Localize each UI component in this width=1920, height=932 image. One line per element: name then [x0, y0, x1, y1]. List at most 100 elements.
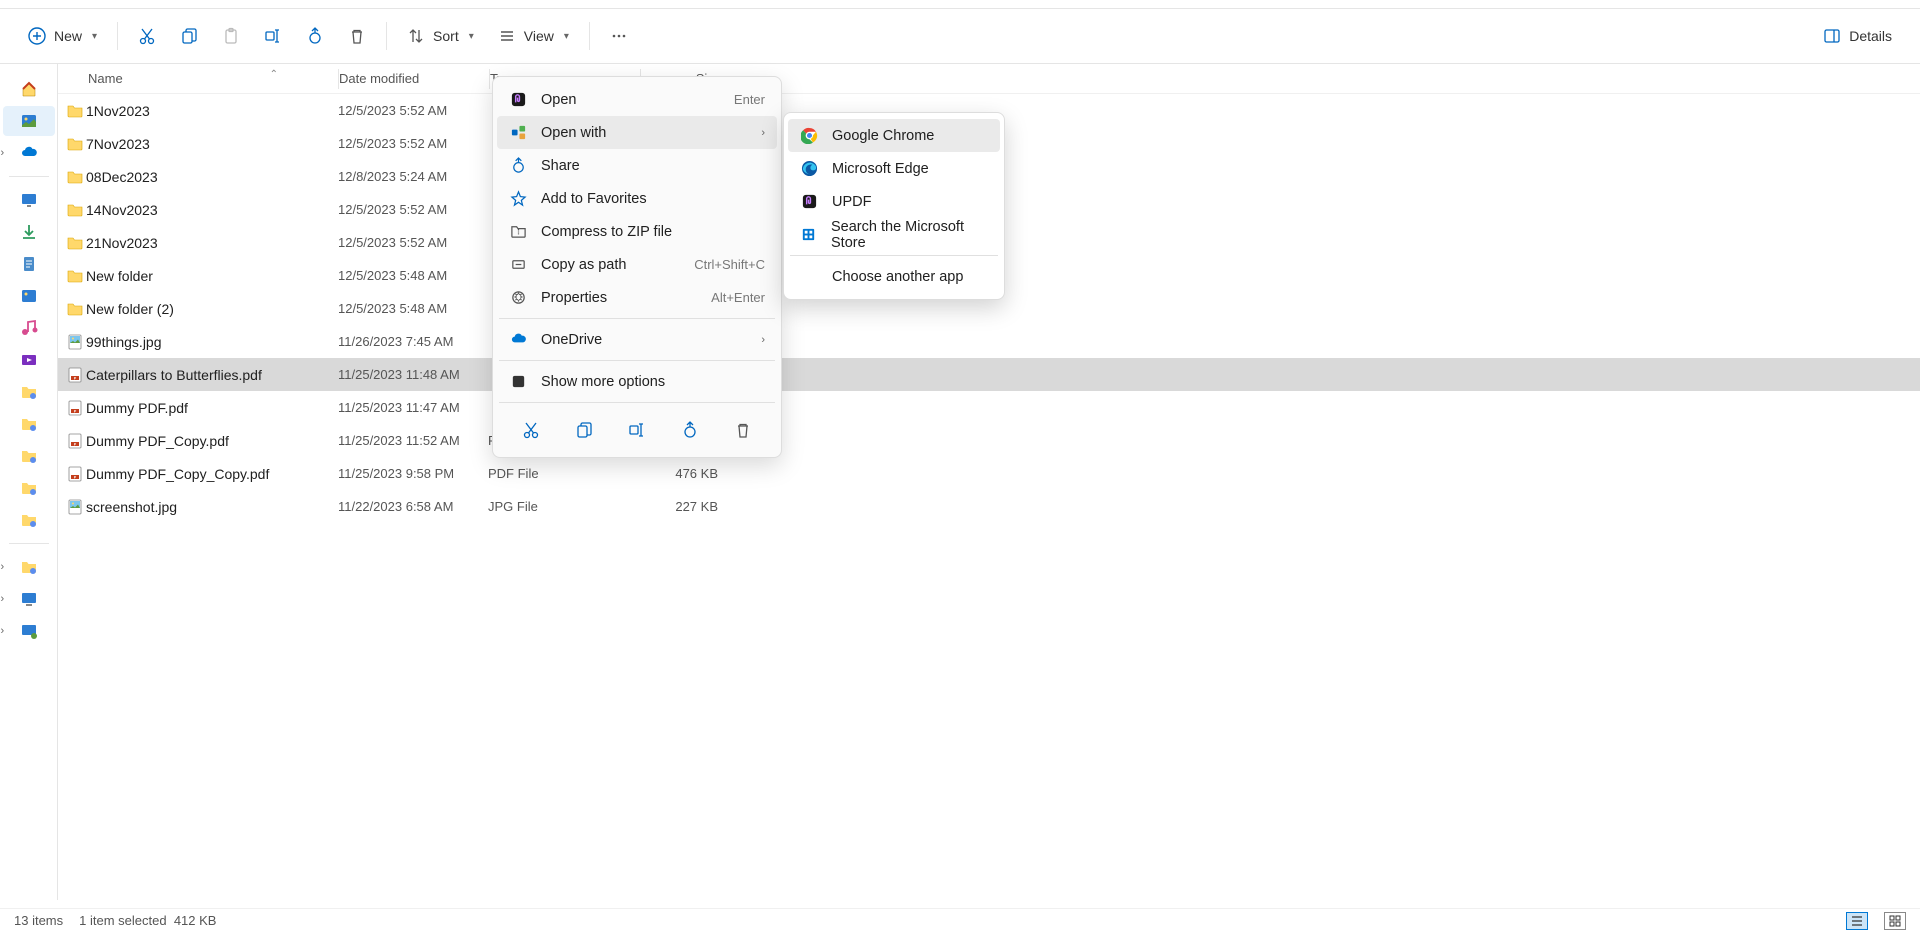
openwith-choose[interactable]: Choose another app [788, 260, 1000, 293]
zip-icon [509, 223, 527, 241]
file-row[interactable]: screenshot.jpg11/22/2023 6:58 AMJPG File… [58, 490, 1920, 523]
file-row[interactable]: Dummy PDF_Copy_Copy.pdf11/25/2023 9:58 P… [58, 457, 1920, 490]
file-date: 11/22/2023 6:58 AM [338, 499, 488, 514]
copy-button[interactable] [170, 21, 208, 51]
jpg-icon [58, 498, 86, 516]
sidebar-pinned-6[interactable]: › [3, 552, 55, 582]
network-icon [20, 622, 38, 640]
file-size: 476 KB [638, 466, 738, 481]
sidebar-pinned-1[interactable] [3, 377, 55, 407]
pdf-icon [58, 465, 86, 483]
folder-pin-icon [20, 479, 38, 497]
ctx-copy-path[interactable]: Copy as path Ctrl+Shift+C [497, 248, 777, 281]
file-name: Dummy PDF_Copy_Copy.pdf [86, 466, 338, 482]
folder-icon [58, 201, 86, 219]
file-name: Dummy PDF_Copy.pdf [86, 433, 338, 449]
openwith-edge[interactable]: Microsoft Edge [788, 152, 1000, 185]
folder-icon [58, 135, 86, 153]
ctx-onedrive-label: OneDrive [541, 332, 747, 348]
more-icon [610, 27, 628, 45]
ctx-add-favorites[interactable]: Add to Favorites [497, 182, 777, 215]
sidebar-pictures[interactable] [3, 281, 55, 311]
sidebar-gallery[interactable] [3, 106, 55, 136]
file-row[interactable]: Dummy PDF_Copy.pdf11/25/2023 11:52 AMPDF… [58, 424, 1920, 457]
separator [499, 318, 775, 319]
chrome-icon [800, 127, 818, 145]
folder-icon [58, 234, 86, 252]
ctx-share[interactable]: Share [497, 149, 777, 182]
file-row[interactable]: 99things.jpg11/26/2023 7:45 AM [58, 325, 1920, 358]
chevron-right-icon[interactable]: › [1, 593, 5, 605]
file-row[interactable]: Dummy PDF.pdf11/25/2023 11:47 AM [58, 391, 1920, 424]
sort-icon [407, 27, 425, 45]
folder-pin-icon [20, 558, 38, 576]
folder-pin-icon [20, 447, 38, 465]
paste-button[interactable] [212, 21, 250, 51]
details-button[interactable]: Details [1813, 21, 1902, 51]
file-type: PDF File [488, 466, 638, 481]
ctx-compress[interactable]: Compress to ZIP file [497, 215, 777, 248]
ctx-compress-label: Compress to ZIP file [541, 224, 765, 240]
column-name[interactable]: Name⌃ [58, 71, 338, 86]
file-name: Dummy PDF.pdf [86, 400, 338, 416]
sidebar-onedrive[interactable]: › [3, 138, 55, 168]
chevron-right-icon[interactable]: › [1, 625, 5, 637]
ctx-show-more[interactable]: Show more options [497, 365, 777, 398]
folder-icon [58, 267, 86, 285]
sidebar-videos[interactable] [3, 345, 55, 375]
ctx-open-with[interactable]: Open with › [497, 116, 777, 149]
status-items: 13 items [14, 913, 63, 928]
sidebar-home[interactable] [3, 74, 55, 104]
sidebar-documents[interactable] [3, 249, 55, 279]
openwith-updf[interactable]: UPDF [788, 185, 1000, 218]
ctx-properties[interactable]: Properties Alt+Enter [497, 281, 777, 314]
ctx-onedrive[interactable]: OneDrive › [497, 323, 777, 356]
share-button[interactable] [296, 21, 334, 51]
sidebar-downloads[interactable] [3, 217, 55, 247]
file-name: Caterpillars to Butterflies.pdf [86, 367, 338, 383]
chevron-right-icon[interactable]: › [1, 561, 5, 573]
ctx-open-with-label: Open with [541, 125, 747, 141]
copy-icon [180, 27, 198, 45]
file-row[interactable]: Caterpillars to Butterflies.pdf11/25/202… [58, 358, 1920, 391]
folder-icon [58, 300, 86, 318]
ctx-share-quick[interactable] [673, 413, 707, 447]
ctx-delete[interactable] [726, 413, 760, 447]
details-view-button[interactable] [1846, 912, 1868, 930]
file-date: 12/5/2023 5:48 AM [338, 301, 488, 316]
onedrive-icon [509, 331, 527, 349]
sidebar-music[interactable] [3, 313, 55, 343]
details-label: Details [1849, 28, 1892, 44]
sort-button[interactable]: Sort ▾ [397, 21, 484, 51]
separator [386, 22, 387, 50]
thumbnails-view-button[interactable] [1884, 912, 1906, 930]
file-date: 11/26/2023 7:45 AM [338, 334, 488, 349]
rename-button[interactable] [254, 21, 292, 51]
delete-button[interactable] [338, 21, 376, 51]
ctx-copy-path-accel: Ctrl+Shift+C [694, 257, 765, 272]
ctx-cut[interactable] [514, 413, 548, 447]
folder-pin-icon [20, 383, 38, 401]
new-button[interactable]: New ▾ [18, 21, 107, 51]
sidebar-pinned-5[interactable] [3, 505, 55, 535]
ctx-rename[interactable] [620, 413, 654, 447]
ctx-open[interactable]: Open Enter [497, 83, 777, 116]
openwith-chrome[interactable]: Google Chrome [788, 119, 1000, 152]
view-icon [498, 27, 516, 45]
sidebar-pinned-4[interactable] [3, 473, 55, 503]
ctx-copy[interactable] [567, 413, 601, 447]
sidebar-desktop[interactable] [3, 185, 55, 215]
openwith-store[interactable]: Search the Microsoft Store [788, 218, 1000, 251]
sidebar-this-pc[interactable]: › [3, 584, 55, 614]
file-name: 08Dec2023 [86, 169, 338, 185]
chevron-right-icon[interactable]: › [1, 147, 5, 159]
column-date[interactable]: Date modified [339, 71, 489, 86]
cut-button[interactable] [128, 21, 166, 51]
sidebar-pinned-2[interactable] [3, 409, 55, 439]
separator [117, 22, 118, 50]
chevron-right-icon: › [761, 334, 765, 346]
sidebar-pinned-3[interactable] [3, 441, 55, 471]
sidebar-network[interactable]: › [3, 616, 55, 646]
more-button[interactable] [600, 21, 638, 51]
view-button[interactable]: View ▾ [488, 21, 579, 51]
